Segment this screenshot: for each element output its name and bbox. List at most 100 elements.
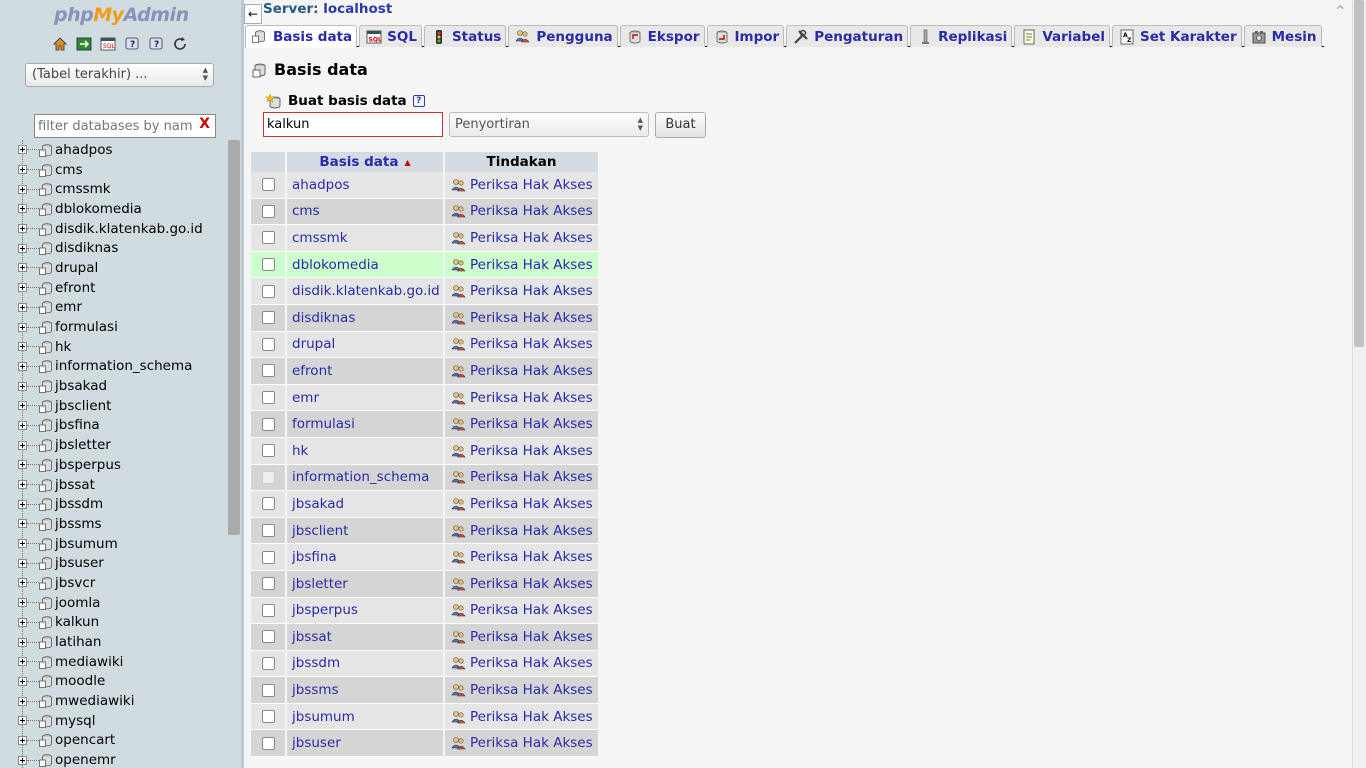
recent-tables-select[interactable]: (Tabel terakhir) ... ▲ ▼ bbox=[25, 63, 214, 87]
expand-icon[interactable] bbox=[18, 539, 27, 549]
nav-database-label[interactable]: cms bbox=[55, 162, 83, 178]
nav-database-item[interactable]: jbsclient bbox=[17, 396, 227, 416]
check-privileges-link[interactable]: Periksa Hak Akses bbox=[445, 304, 598, 332]
nav-database-label[interactable]: hk bbox=[55, 339, 71, 355]
nav-database-item[interactable]: mediawiki bbox=[17, 652, 227, 672]
expand-icon[interactable] bbox=[18, 361, 27, 371]
check-privileges-link[interactable]: Periksa Hak Akses bbox=[445, 251, 598, 279]
check-privileges-link[interactable]: Periksa Hak Akses bbox=[445, 331, 598, 359]
nav-database-item[interactable]: opencart bbox=[17, 731, 227, 751]
nav-database-item[interactable]: jbsakad bbox=[17, 376, 227, 396]
row-checkbox[interactable] bbox=[261, 444, 275, 458]
help-icon[interactable]: ? bbox=[412, 95, 425, 107]
nav-database-item[interactable]: mwediawiki bbox=[17, 691, 227, 711]
nav-database-label[interactable]: jbssdm bbox=[55, 496, 103, 512]
nav-database-label[interactable]: joomla bbox=[55, 595, 100, 611]
expand-icon[interactable] bbox=[18, 401, 27, 411]
expand-icon[interactable] bbox=[18, 735, 27, 745]
check-privileges-link[interactable]: Periksa Hak Akses bbox=[445, 597, 598, 625]
row-checkbox[interactable] bbox=[261, 550, 275, 564]
check-privileges-link[interactable]: Periksa Hak Akses bbox=[445, 198, 598, 226]
tab-set-karakter[interactable]: A Z Set Karakter bbox=[1112, 25, 1242, 47]
nav-database-item[interactable]: disdiknas bbox=[17, 238, 227, 258]
wiki-icon[interactable]: ? bbox=[148, 36, 164, 52]
database-link[interactable]: jbsclient bbox=[287, 517, 443, 545]
nav-database-item[interactable]: jbssms bbox=[17, 514, 227, 534]
nav-database-label[interactable]: jbsuser bbox=[55, 555, 104, 571]
nav-database-label[interactable]: jbsakad bbox=[55, 378, 107, 394]
expand-icon[interactable] bbox=[18, 342, 27, 352]
nav-database-label[interactable]: jbssms bbox=[55, 516, 102, 532]
nav-database-label[interactable]: latihan bbox=[55, 634, 101, 650]
expand-icon[interactable] bbox=[18, 519, 27, 529]
database-link[interactable]: drupal bbox=[287, 331, 443, 359]
expand-icon[interactable] bbox=[18, 499, 27, 509]
collapse-nav-button[interactable]: ← bbox=[244, 4, 262, 24]
check-privileges-link[interactable]: Periksa Hak Akses bbox=[445, 730, 598, 758]
nav-database-item[interactable]: information_schema bbox=[17, 357, 227, 377]
row-checkbox[interactable] bbox=[261, 204, 275, 218]
nav-database-item[interactable]: joomla bbox=[17, 593, 227, 613]
nav-database-label[interactable]: moodle bbox=[55, 673, 105, 689]
nav-database-label[interactable]: mwediawiki bbox=[55, 693, 134, 709]
row-checkbox[interactable] bbox=[261, 391, 275, 405]
nav-database-item[interactable]: jbsfina bbox=[17, 416, 227, 436]
expand-icon[interactable] bbox=[18, 263, 27, 273]
nav-database-label[interactable]: efront bbox=[55, 280, 95, 296]
expand-icon[interactable] bbox=[18, 578, 27, 588]
nav-database-item[interactable]: kalkun bbox=[17, 613, 227, 633]
database-link[interactable]: ahadpos bbox=[287, 172, 443, 199]
check-privileges-link[interactable]: Periksa Hak Akses bbox=[445, 384, 598, 412]
database-name-input[interactable] bbox=[263, 112, 443, 137]
nav-database-item[interactable]: disdik.klatenkab.go.id bbox=[17, 219, 227, 239]
database-link[interactable]: jbsletter bbox=[287, 570, 443, 598]
database-link[interactable]: cms bbox=[287, 198, 443, 226]
tab-status[interactable]: Status bbox=[423, 25, 507, 47]
collapse-top-icon[interactable]: ⌃ bbox=[1334, 2, 1347, 21]
database-link[interactable]: formulasi bbox=[287, 411, 443, 438]
check-privileges-link[interactable]: Periksa Hak Akses bbox=[445, 677, 598, 704]
main-scrollbar-thumb[interactable] bbox=[1354, 0, 1364, 347]
nav-database-label[interactable]: cmssmk bbox=[55, 181, 111, 197]
database-link[interactable]: efront bbox=[287, 358, 443, 385]
row-checkbox[interactable] bbox=[261, 417, 275, 431]
row-checkbox[interactable] bbox=[261, 231, 275, 245]
nav-database-label[interactable]: jbsfina bbox=[55, 417, 100, 433]
phpmyadmin-logo[interactable]: phpMyAdmin bbox=[54, 4, 189, 26]
row-checkbox[interactable] bbox=[261, 710, 275, 724]
sql-query-icon[interactable]: SQL bbox=[100, 36, 116, 52]
tab-pengguna[interactable]: Pengguna bbox=[508, 25, 618, 47]
docs-icon[interactable]: ? bbox=[124, 36, 140, 52]
database-link[interactable]: jbssms bbox=[287, 677, 443, 704]
expand-icon[interactable] bbox=[18, 558, 27, 568]
expand-icon[interactable] bbox=[18, 381, 27, 391]
expand-icon[interactable] bbox=[18, 696, 27, 706]
tab-pengaturan[interactable]: Pengaturan bbox=[786, 25, 909, 47]
nav-database-label[interactable]: kalkun bbox=[55, 614, 99, 630]
logout-icon[interactable] bbox=[76, 36, 92, 52]
database-link[interactable]: information_schema bbox=[287, 464, 443, 492]
database-link[interactable]: jbsakad bbox=[287, 491, 443, 518]
row-checkbox[interactable] bbox=[261, 683, 275, 697]
nav-database-item[interactable]: jbsletter bbox=[17, 435, 227, 455]
database-filter-input[interactable] bbox=[35, 115, 195, 137]
database-column-header[interactable]: Basis data ▲ bbox=[287, 152, 443, 172]
row-checkbox[interactable] bbox=[261, 736, 275, 750]
nav-database-item[interactable]: efront bbox=[17, 278, 227, 298]
nav-database-label[interactable]: drupal bbox=[55, 260, 98, 276]
check-privileges-link[interactable]: Periksa Hak Akses bbox=[445, 411, 598, 438]
database-link[interactable]: jbssat bbox=[287, 624, 443, 651]
nav-database-item[interactable]: cms bbox=[17, 160, 227, 180]
nav-database-item[interactable]: drupal bbox=[17, 258, 227, 278]
row-checkbox[interactable] bbox=[261, 656, 275, 670]
check-privileges-link[interactable]: Periksa Hak Akses bbox=[445, 570, 598, 598]
row-checkbox[interactable] bbox=[261, 603, 275, 617]
tab-replikasi[interactable]: Replikasi bbox=[910, 25, 1013, 47]
nav-database-item[interactable]: moodle bbox=[17, 672, 227, 692]
tab-variabel[interactable]: Variabel bbox=[1014, 25, 1110, 47]
expand-icon[interactable] bbox=[18, 184, 27, 194]
row-checkbox[interactable] bbox=[261, 284, 275, 298]
nav-database-item[interactable]: ahadpos bbox=[17, 140, 227, 160]
row-checkbox[interactable] bbox=[261, 524, 275, 538]
row-checkbox[interactable] bbox=[261, 364, 275, 378]
